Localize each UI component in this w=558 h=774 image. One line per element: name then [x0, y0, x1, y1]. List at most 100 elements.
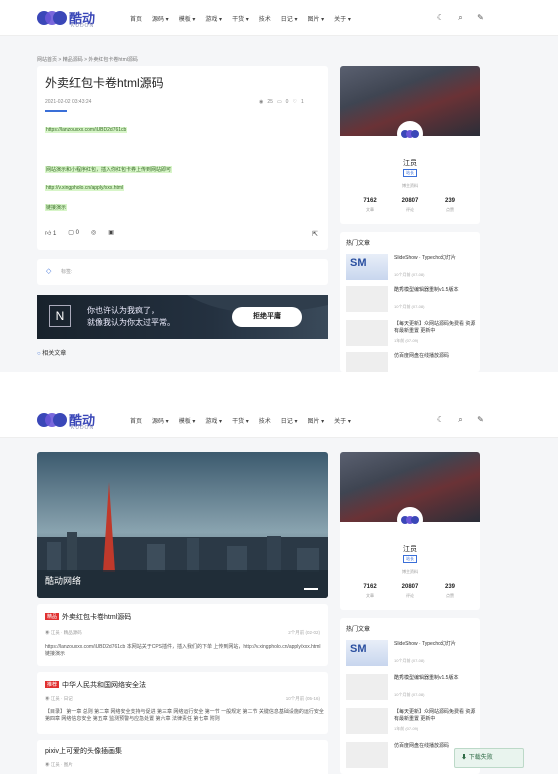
search-icon[interactable]: ⌕: [456, 13, 465, 23]
thumbs-up-icon[interactable]: 👍︎ 1: [45, 229, 56, 237]
list-item[interactable]: 仿百度网盘在线播放源码: [346, 352, 476, 372]
nav-item-diary[interactable]: 日记 ▾: [281, 14, 298, 23]
nav-item-tech[interactable]: 技术: [259, 14, 271, 23]
list-item[interactable]: SM SlideShow · Typecho幻灯片 10个月前 (07-08): [346, 254, 476, 280]
main-nav: 首页 源码 ▾ 模板 ▾ 游戏 ▾ 干货 ▾ 技术 日记 ▾ 图片 ▾ 关于 ▾: [130, 14, 351, 23]
article-actions: 👍︎ 1 ▢ 0 ◎ ▣: [45, 229, 114, 237]
stat-label: 评论: [406, 593, 414, 598]
stat-label: 评论: [406, 207, 414, 212]
nav-item-about[interactable]: 关于 ▾: [334, 14, 351, 23]
profile-badge: 站长: [403, 555, 417, 563]
profile-desc: 博主资料: [402, 183, 418, 188]
nav-item-source[interactable]: 源码 ▾: [152, 14, 169, 23]
profile-card: 江员 站长 博主资料 7162 20807 239 文章 评论 点赞: [340, 66, 480, 224]
moon-icon[interactable]: ☾: [436, 13, 445, 23]
stat-likes: 239: [444, 198, 455, 204]
poster-icon[interactable]: ▣: [108, 229, 114, 237]
nav-item-games[interactable]: 游戏 ▾: [205, 14, 222, 23]
nav-item-images[interactable]: 图片 ▾: [307, 416, 324, 425]
post-date: 10个月前 (07-08): [394, 304, 425, 309]
nav-item-diary[interactable]: 日记 ▾: [281, 416, 298, 425]
list-item[interactable]: 酷秀模型编辑器重制v1.5版本 10个月前 (07-08): [346, 286, 476, 312]
edit-icon[interactable]: ✎: [476, 13, 485, 23]
breadcrumb[interactable]: 网站首页 > 精品源码 > 外卖红包卡卷html源码: [37, 56, 138, 63]
nav-item-home[interactable]: 首页: [130, 14, 142, 23]
comment-action-icon[interactable]: ▢ 0: [68, 229, 79, 237]
nav-item-home[interactable]: 首页: [130, 416, 142, 425]
banner-line-1: 你也许认为我疯了，: [87, 306, 159, 315]
post-thumbnail: [346, 742, 388, 768]
nav-item-tips[interactable]: 干货 ▾: [232, 416, 249, 425]
recent-posts-heading: 热门文章: [346, 241, 371, 247]
banner-line-2: 就像我认为你太过平常。: [87, 318, 175, 327]
list-item[interactable]: 【每天更新】众网站源码免费看 资源有最新重置 更新中 1年前 (07-09): [346, 320, 476, 346]
site-header: 酷动 KUDON 首页 源码 ▾ 模板 ▾ 游戏 ▾ 干货 ▾ 技术 日记 ▾ …: [0, 0, 558, 36]
profile-card: 江员 站长 博主资料 7162 20807 239 文章 评论 点赞: [340, 452, 480, 610]
reject-mediocrity-button[interactable]: 拒绝平庸: [232, 307, 302, 327]
post-thumbnail: SM: [346, 640, 388, 666]
stat-posts: 7162: [363, 198, 377, 204]
main-nav: 首页 源码 ▾ 模板 ▾ 游戏 ▾ 干货 ▾ 技术 日记 ▾ 图片 ▾ 关于 ▾: [130, 416, 351, 425]
stat-label: 点赞: [446, 207, 454, 212]
avatar[interactable]: [397, 121, 423, 147]
reward-icon[interactable]: ◎: [91, 229, 96, 237]
post-excerpt: 【目录】 第一章 总则 第二章 网络安全支持与促进 第三章 网络运行安全 第一节…: [45, 709, 324, 722]
section-divider: [0, 372, 558, 402]
post-title-row: 精品 外卖红包卡卷html源码: [45, 612, 131, 622]
post-title: 【每天更新】众网站源码免费看 资源有最新重置 更新中: [394, 709, 476, 722]
nav-item-templates[interactable]: 模板 ▾: [179, 416, 196, 425]
post-date: 10个月前 (05-16): [285, 696, 320, 701]
logo-mark: [37, 11, 67, 25]
view-count: 25: [267, 99, 273, 105]
hero-slider[interactable]: 酷动网络: [37, 452, 328, 598]
post-author: 江员: [50, 762, 60, 767]
stat-comments: 20807: [401, 584, 419, 590]
post-title: 酷秀模型编辑器重制v1.5版本: [394, 287, 459, 293]
demo-link[interactable]: http://v.xingpholo.cn/apply/xxx.html: [45, 185, 125, 191]
nav-item-about[interactable]: 关于 ▾: [334, 416, 351, 425]
post-badge: 推荐: [45, 681, 60, 688]
list-item[interactable]: 酷秀模型编辑器重制v1.5版本 10个月前 (07-08): [346, 674, 476, 700]
list-item[interactable]: SM SlideShow · Typecho幻灯片 10个月前 (07-08): [346, 640, 476, 666]
tag-icon: ◇: [46, 268, 52, 275]
like-icon: ♡: [292, 99, 297, 105]
site-logo[interactable]: 酷动 KUDON: [37, 410, 97, 432]
nav-item-source[interactable]: 源码 ▾: [152, 416, 169, 425]
moon-icon[interactable]: ☾: [436, 415, 445, 425]
profile-name: 江员: [403, 160, 417, 167]
download-link[interactable]: https://lanzouxxx.com/iUBD2d761cb: [45, 127, 128, 133]
stat-label: 点赞: [446, 593, 454, 598]
nav-item-tips[interactable]: 干货 ▾: [232, 14, 249, 23]
nav-item-templates[interactable]: 模板 ▾: [179, 14, 196, 23]
post-thumbnail: [346, 708, 388, 734]
list-item[interactable]: 【每天更新】众网站源码免费看 资源有最新重置 更新中 1年前 (07-09): [346, 708, 476, 734]
comment-count: 0: [285, 99, 289, 105]
post-card[interactable]: 精品 外卖红包卡卷html源码 ◉ 江员 · 精品源码 2个月前 (02-02) …: [37, 604, 328, 666]
profile-badge: 站长: [403, 169, 417, 177]
post-meta: ◉ 江员 · 图片: [45, 762, 73, 767]
nav-item-images[interactable]: 图片 ▾: [307, 14, 324, 23]
post-card[interactable]: 推荐 中华人民共和国网络安全法 ◉ 江员 · 日记 10个月前 (05-16) 【…: [37, 672, 328, 734]
avatar[interactable]: [397, 507, 423, 533]
tag-card: ◇ 标签:: [37, 259, 328, 285]
banner-logo-icon: N: [49, 305, 71, 327]
stat-comments: 20807: [401, 198, 419, 204]
share-icon[interactable]: ⇱: [312, 230, 318, 238]
tag-label: 标签:: [61, 269, 73, 275]
download-toast[interactable]: ⬇ 下载失败: [454, 748, 524, 768]
post-title: 酷秀模型编辑器重制v1.5版本: [394, 675, 459, 681]
slider-indicator[interactable]: [304, 588, 318, 590]
post-date: 1年前 (07-09): [394, 726, 419, 731]
edit-icon[interactable]: ✎: [476, 415, 485, 425]
profile-name: 江员: [403, 546, 417, 553]
search-icon[interactable]: ⌕: [456, 415, 465, 425]
eye-icon: ◉: [259, 99, 264, 105]
post-title: 【每天更新】众网站源码免费看 资源有最新重置 更新中: [394, 321, 476, 334]
post-card[interactable]: pixiv上可爱的头像插画集 ◉ 江员 · 图片: [37, 740, 328, 774]
article-card: 外卖红包卡卷html源码 2021-02-02 03:43:24 ◉ 25 ▭ 0 …: [37, 66, 328, 250]
stat-posts: 7162: [363, 584, 377, 590]
post-title: pixiv上可爱的头像插画集: [45, 748, 123, 755]
nav-item-tech[interactable]: 技术: [259, 416, 271, 425]
site-logo[interactable]: 酷动 KUDON: [37, 8, 97, 30]
nav-item-games[interactable]: 游戏 ▾: [205, 416, 222, 425]
